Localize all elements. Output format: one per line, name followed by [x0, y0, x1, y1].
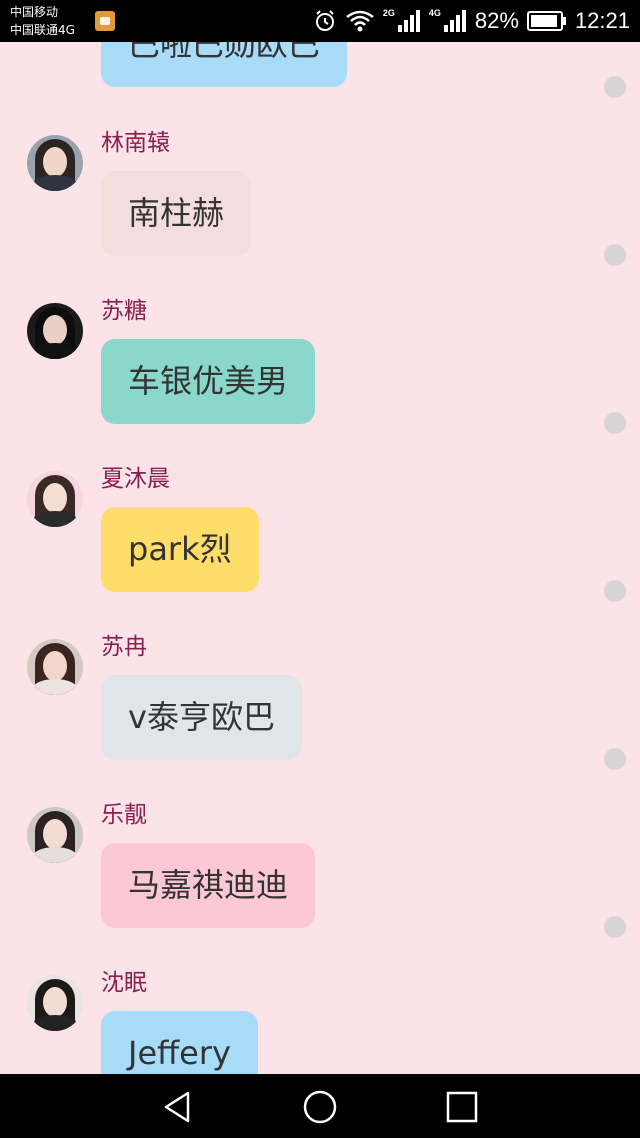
- message-row: 苏糖 车银优美男: [0, 244, 640, 471]
- message-bubble[interactable]: park烈: [101, 507, 259, 592]
- read-status-dot: [604, 580, 626, 602]
- message-bubble[interactable]: Jeffery: [101, 1011, 258, 1074]
- wifi-icon: [346, 10, 374, 32]
- alarm-icon: [315, 10, 334, 31]
- avatar[interactable]: [27, 303, 83, 359]
- message-text: 车银优美男: [128, 362, 289, 400]
- sender-name: 苏冉: [101, 634, 147, 660]
- clock: 12:21: [574, 8, 630, 33]
- avatar[interactable]: [27, 975, 83, 1031]
- sender-name: 沈眠: [101, 970, 147, 996]
- battery-icon: [526, 11, 566, 31]
- sender-name: 林南辕: [101, 130, 170, 156]
- message-bubble[interactable]: 南柱赫: [101, 171, 252, 256]
- read-status-dot: [604, 76, 626, 98]
- carrier-2: 中国联通4G: [10, 23, 75, 37]
- message-text: park烈: [128, 530, 232, 568]
- message-text: 马嘉祺迪迪: [128, 866, 289, 904]
- home-icon[interactable]: [302, 1089, 338, 1125]
- notification-app-icon: [95, 11, 115, 31]
- back-icon[interactable]: [160, 1089, 196, 1125]
- signal-icon: [397, 10, 420, 32]
- status-bar: 中国移动 中国联通4G 2G 4G 82% 12:21: [0, 0, 640, 42]
- navigation-bar: [0, 1074, 640, 1138]
- chat-area[interactable]: 巴啦巴勋欧巴 林南辕 南柱赫 苏糖 车银优美男 夏沐晨 park烈 苏冉 v泰亨…: [0, 42, 640, 1074]
- read-status-dot: [604, 244, 626, 266]
- message-bubble[interactable]: v泰亨欧巴: [101, 675, 302, 760]
- network-type-1: 2G: [382, 8, 395, 18]
- battery-percent: 82%: [474, 8, 519, 33]
- message-row: 林南辕 南柱赫: [0, 76, 640, 303]
- read-status-dot: [604, 916, 626, 938]
- sender-name: 苏糖: [101, 298, 147, 324]
- message-row: 夏沐晨 park烈: [0, 412, 640, 639]
- avatar[interactable]: [27, 135, 83, 191]
- carrier-1: 中国移动: [10, 5, 59, 19]
- avatar[interactable]: [27, 807, 83, 863]
- read-status-dot: [604, 748, 626, 770]
- message-row: 苏冉 v泰亨欧巴: [0, 580, 640, 807]
- sender-name: 乐靓: [101, 802, 147, 828]
- network-type-2: 4G: [428, 8, 441, 18]
- message-bubble-partial[interactable]: 巴啦巴勋欧巴: [101, 42, 348, 87]
- avatar[interactable]: [27, 471, 83, 527]
- sender-name: 夏沐晨: [101, 466, 170, 492]
- message-text: Jeffery: [128, 1034, 231, 1072]
- recents-icon[interactable]: [444, 1089, 480, 1125]
- message-row: 沈眠 Jeffery: [0, 916, 640, 1074]
- signal-icon-2: [443, 10, 466, 32]
- message-text: 南柱赫: [128, 194, 225, 232]
- message-bubble[interactable]: 车银优美男: [101, 339, 316, 424]
- message-row: 乐靓 马嘉祺迪迪: [0, 748, 640, 975]
- message-text-partial: 巴啦巴勋欧巴: [128, 42, 321, 63]
- read-status-dot: [604, 412, 626, 434]
- message-text: v泰亨欧巴: [128, 698, 275, 736]
- avatar[interactable]: [27, 639, 83, 695]
- message-bubble[interactable]: 马嘉祺迪迪: [101, 843, 316, 928]
- status-icons: 2G 4G 82% 12:21: [313, 6, 630, 36]
- carrier-info: 中国移动 中国联通4G: [10, 3, 75, 39]
